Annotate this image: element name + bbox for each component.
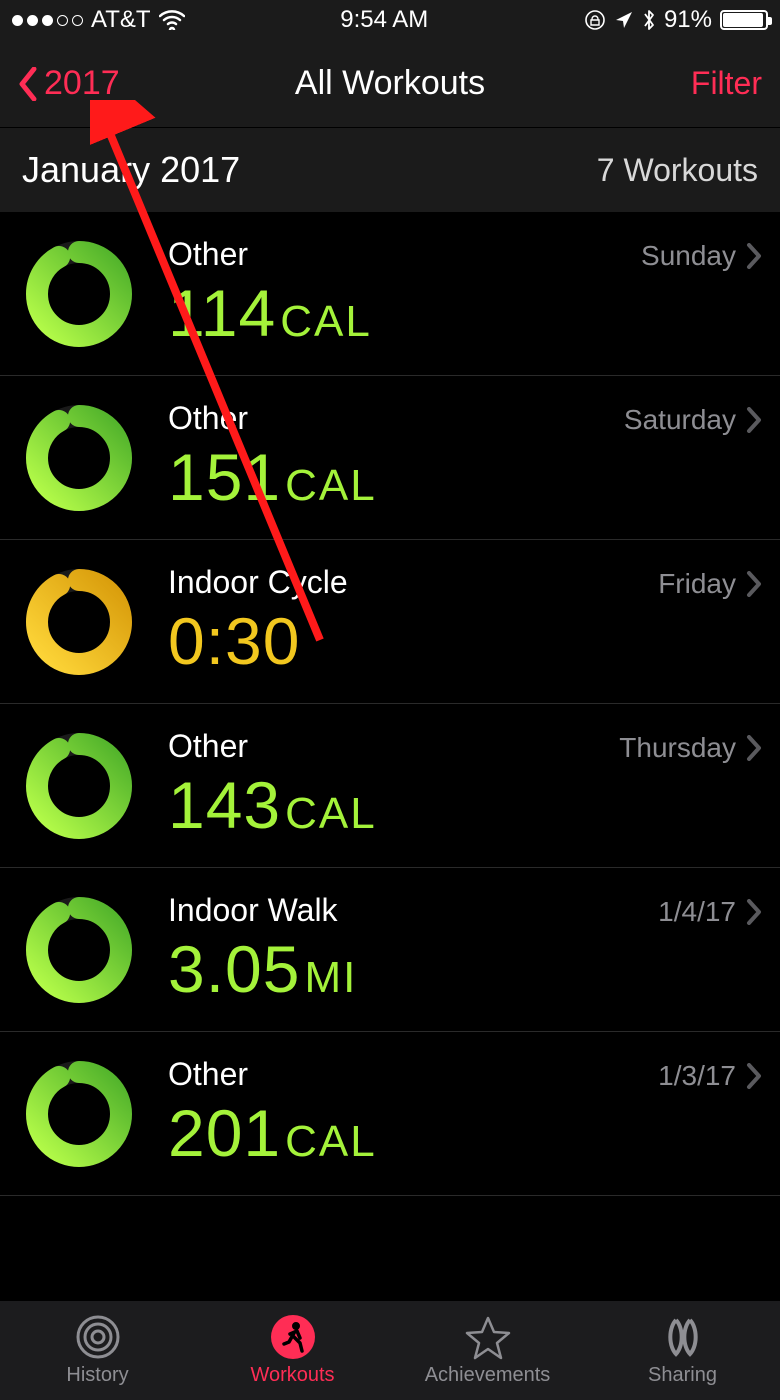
metric-value: 151 — [168, 439, 281, 515]
month-section-header: January 2017 7 Workouts — [0, 128, 780, 212]
workout-type-label: Indoor Walk — [168, 892, 338, 929]
workout-date-label: Sunday — [641, 240, 762, 272]
chevron-right-icon — [746, 1063, 762, 1089]
activity-ring-icon — [24, 731, 134, 841]
workout-date-label: 1/4/17 — [658, 896, 762, 928]
status-right: 91% — [584, 6, 768, 34]
history-icon — [75, 1314, 121, 1360]
chevron-right-icon — [746, 243, 762, 269]
workout-count-label: 7 Workouts — [597, 152, 758, 189]
workout-metric: 114CAL — [168, 275, 762, 351]
carrier-label: AT&T — [91, 6, 151, 34]
workout-type-label: Other — [168, 1056, 248, 1093]
back-button[interactable]: 2017 — [18, 64, 120, 103]
metric-value: 143 — [168, 767, 281, 843]
workout-body: Other 1/3/17 201CAL — [168, 1056, 762, 1171]
month-title: January 2017 — [22, 149, 240, 191]
chevron-left-icon — [18, 67, 38, 101]
bluetooth-icon — [642, 9, 656, 31]
chevron-right-icon — [746, 407, 762, 433]
filter-button[interactable]: Filter — [691, 65, 762, 102]
workout-row[interactable]: Indoor Cycle Friday 0:30 — [0, 540, 780, 704]
workout-body: Indoor Cycle Friday 0:30 — [168, 564, 762, 679]
workout-body: Other Sunday 114CAL — [168, 236, 762, 351]
workout-type-label: Indoor Cycle — [168, 564, 348, 601]
activity-ring-icon — [24, 567, 134, 677]
metric-value: 201 — [168, 1095, 281, 1171]
workout-metric: 201CAL — [168, 1095, 762, 1171]
wifi-icon — [159, 10, 185, 30]
tab-achievements[interactable]: Achievements — [390, 1301, 585, 1400]
battery-icon — [720, 10, 768, 30]
status-left: AT&T — [12, 6, 185, 34]
workouts-icon — [270, 1314, 316, 1360]
workout-type-label: Other — [168, 236, 248, 273]
metric-unit: CAL — [280, 297, 372, 347]
tab-label: Sharing — [648, 1364, 717, 1387]
chevron-right-icon — [746, 899, 762, 925]
workout-metric: 0:30 — [168, 603, 762, 679]
workout-row[interactable]: Other Saturday 151CAL — [0, 376, 780, 540]
workout-body: Indoor Walk 1/4/17 3.05MI — [168, 892, 762, 1007]
tab-sharing[interactable]: Sharing — [585, 1301, 780, 1400]
workout-body: Other Thursday 143CAL — [168, 728, 762, 843]
tab-bar: History Workouts Achievements Sharing — [0, 1300, 780, 1400]
workout-list-viewport[interactable]: Other Sunday 114CAL Other Saturday — [0, 212, 780, 1300]
workout-row[interactable]: Other Sunday 114CAL — [0, 212, 780, 376]
workout-row[interactable]: Indoor Walk 1/4/17 3.05MI — [0, 868, 780, 1032]
workout-row[interactable]: Other Thursday 143CAL — [0, 704, 780, 868]
tab-workouts[interactable]: Workouts — [195, 1301, 390, 1400]
workout-date-label: Thursday — [619, 732, 762, 764]
battery-percent-label: 91% — [664, 6, 712, 34]
metric-unit: CAL — [285, 1117, 377, 1167]
tab-label: History — [66, 1364, 128, 1387]
workout-date-label: Friday — [658, 568, 762, 600]
workout-body: Other Saturday 151CAL — [168, 400, 762, 515]
chevron-right-icon — [746, 735, 762, 761]
metric-value: 3.05 — [168, 931, 300, 1007]
tab-label: Workouts — [250, 1364, 334, 1387]
activity-ring-icon — [24, 895, 134, 1005]
status-bar: AT&T 9:54 AM 91% — [0, 0, 780, 40]
workout-type-label: Other — [168, 728, 248, 765]
signal-strength-icon — [12, 15, 83, 26]
workout-type-label: Other — [168, 400, 248, 437]
metric-unit: CAL — [285, 789, 377, 839]
workout-date-label: 1/3/17 — [658, 1060, 762, 1092]
workout-metric: 3.05MI — [168, 931, 762, 1007]
metric-unit: CAL — [285, 461, 377, 511]
tab-history[interactable]: History — [0, 1301, 195, 1400]
activity-ring-icon — [24, 239, 134, 349]
activity-ring-icon — [24, 403, 134, 513]
workout-row[interactable]: Other 1/3/17 201CAL — [0, 1032, 780, 1196]
orientation-lock-icon — [584, 9, 606, 31]
back-label: 2017 — [44, 64, 120, 103]
workout-metric: 143CAL — [168, 767, 762, 843]
activity-ring-icon — [24, 1059, 134, 1169]
workout-date-label: Saturday — [624, 404, 762, 436]
achievements-icon — [465, 1314, 511, 1360]
chevron-right-icon — [746, 571, 762, 597]
clock-label: 9:54 AM — [340, 6, 428, 34]
workout-metric: 151CAL — [168, 439, 762, 515]
sharing-icon — [660, 1314, 706, 1360]
metric-unit: MI — [304, 953, 357, 1003]
tab-label: Achievements — [425, 1364, 551, 1387]
location-icon — [614, 10, 634, 30]
metric-value: 114 — [168, 275, 276, 351]
workout-list: Other Sunday 114CAL Other Saturday — [0, 212, 780, 1196]
navigation-bar: 2017 All Workouts Filter — [0, 40, 780, 128]
metric-value: 0:30 — [168, 603, 300, 679]
